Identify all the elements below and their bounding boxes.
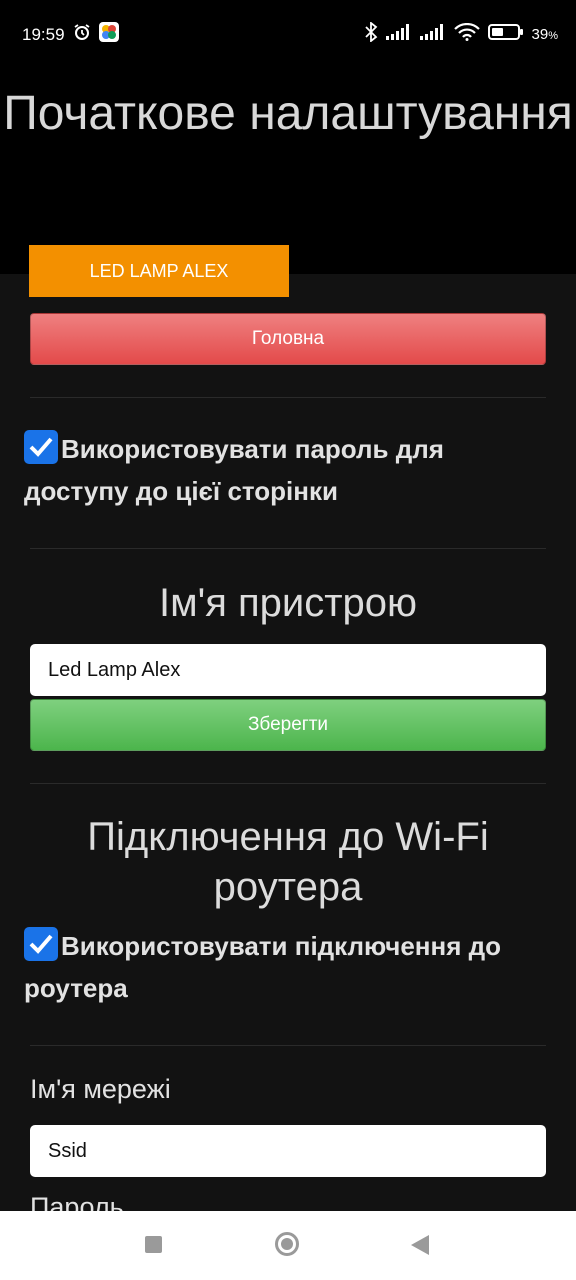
recents-icon[interactable] bbox=[145, 1236, 162, 1253]
signal-icon bbox=[385, 24, 412, 45]
divider bbox=[30, 1045, 546, 1046]
save-button[interactable]: Зберегти bbox=[30, 699, 546, 751]
password-checkbox[interactable] bbox=[24, 430, 58, 464]
divider bbox=[30, 783, 546, 784]
wifi-icon bbox=[453, 22, 480, 46]
device-name-input[interactable]: Led Lamp Alex bbox=[30, 644, 546, 696]
router-checkbox[interactable] bbox=[24, 927, 58, 961]
router-option: Використовувати підключення до роутера bbox=[24, 925, 554, 1009]
back-icon[interactable] bbox=[411, 1235, 429, 1255]
page-title: Початкове налаштування bbox=[3, 87, 573, 140]
password-option: Використовувати пароль для доступу до ці… bbox=[24, 428, 554, 512]
battery-level: 39% bbox=[531, 26, 558, 43]
wifi-heading: Підключення до Wi-Fi роутера bbox=[87, 815, 489, 909]
status-left: 19:59 bbox=[22, 22, 119, 47]
bluetooth-icon bbox=[364, 21, 378, 47]
device-name-heading: Ім'я пристрою bbox=[158, 581, 418, 625]
battery-icon bbox=[487, 23, 524, 46]
checkmark-icon bbox=[29, 437, 53, 457]
password-checkbox-label: Використовувати пароль для доступу до ці… bbox=[24, 434, 444, 506]
router-checkbox-label: Використовувати підключення до роутера bbox=[24, 931, 501, 1003]
checkmark-icon bbox=[29, 934, 53, 954]
home-button[interactable]: Головна bbox=[30, 313, 546, 365]
status-bar: 19:59 39% bbox=[0, 0, 576, 68]
clock: 19:59 bbox=[22, 24, 65, 44]
alarm-icon bbox=[73, 23, 91, 46]
navigation-bar bbox=[0, 1211, 576, 1280]
device-badge: LED LAMP ALEX bbox=[29, 245, 289, 297]
ssid-input[interactable]: Ssid bbox=[30, 1125, 546, 1177]
signal-icon bbox=[419, 24, 446, 45]
divider bbox=[30, 397, 546, 398]
pinwheel-app-icon bbox=[98, 22, 119, 47]
home-icon[interactable] bbox=[275, 1232, 299, 1256]
network-name-label: Ім'я мережі bbox=[30, 1074, 171, 1104]
status-right: 39% bbox=[364, 21, 558, 47]
divider bbox=[30, 548, 546, 549]
